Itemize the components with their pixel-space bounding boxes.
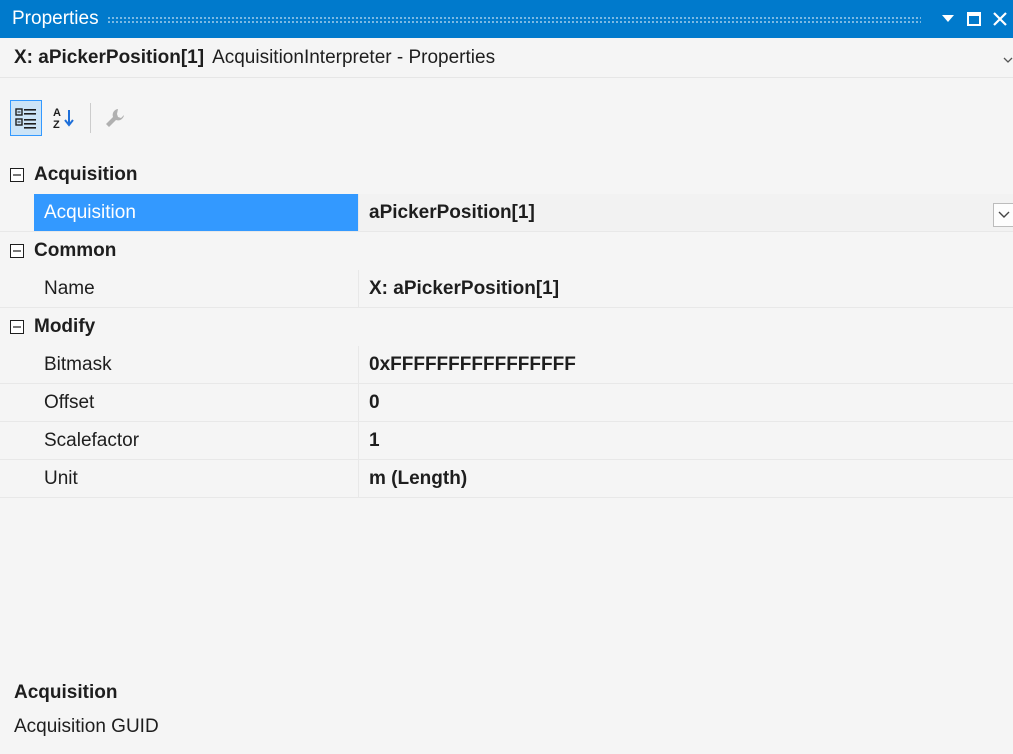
category-common[interactable]: Common xyxy=(0,232,1013,270)
properties-toolbar: A Z xyxy=(0,78,1013,160)
property-row-unit[interactable]: Unit m (Length) xyxy=(0,460,1013,498)
description-text: Acquisition GUID xyxy=(14,716,159,737)
selected-object-type: AcquisitionInterpreter - Properties xyxy=(212,46,496,68)
categorized-icon xyxy=(15,108,36,129)
property-row-bitmask[interactable]: Bitmask 0xFFFFFFFFFFFFFFFF xyxy=(0,346,1013,384)
panel-titlebar[interactable]: Properties xyxy=(0,0,1013,38)
value-dropdown-button[interactable] xyxy=(993,203,1013,227)
object-selector[interactable]: X: aPickerPosition[1] AcquisitionInterpr… xyxy=(0,38,1013,78)
property-row-name[interactable]: Name X: aPickerPosition[1] xyxy=(0,270,1013,308)
titlebar-grip[interactable] xyxy=(106,15,921,23)
property-value-text[interactable]: aPickerPosition[1] xyxy=(369,202,535,224)
property-name[interactable]: Acquisition xyxy=(34,194,359,231)
property-row-acquisition[interactable]: Acquisition aPickerPosition[1] xyxy=(0,194,1013,232)
category-modify[interactable]: Modify xyxy=(0,308,1013,346)
description-pane: Acquisition Acquisition GUID xyxy=(0,672,1013,754)
property-name[interactable]: Unit xyxy=(34,460,359,497)
category-label: Acquisition xyxy=(34,164,138,185)
category-acquisition[interactable]: Acquisition xyxy=(0,156,1013,194)
property-name[interactable]: Bitmask xyxy=(34,346,359,383)
property-name[interactable]: Offset xyxy=(34,384,359,421)
category-label: Common xyxy=(34,240,117,261)
property-pages-button[interactable] xyxy=(99,100,131,136)
property-name[interactable]: Name xyxy=(34,270,359,307)
property-value[interactable]: 0xFFFFFFFFFFFFFFFF xyxy=(359,346,1013,383)
wrench-icon xyxy=(106,109,124,127)
property-value[interactable]: m (Length) xyxy=(359,460,1013,497)
close-icon[interactable] xyxy=(987,0,1013,38)
panel-title: Properties xyxy=(12,8,99,29)
window-position-dropdown-icon[interactable] xyxy=(935,0,961,38)
chevron-down-icon[interactable] xyxy=(1003,52,1013,66)
property-name[interactable]: Scalefactor xyxy=(34,422,359,459)
property-value[interactable]: 0 xyxy=(359,384,1013,421)
svg-text:Z: Z xyxy=(53,119,60,131)
property-grid: Acquisition Acquisition aPickerPosition[… xyxy=(0,156,1013,498)
alphabetical-sort-icon: A Z xyxy=(53,107,74,131)
selected-object-name: X: aPickerPosition[1] xyxy=(14,46,205,68)
toolbar-separator xyxy=(90,103,91,133)
categorized-button[interactable] xyxy=(10,100,42,136)
category-label: Modify xyxy=(34,316,96,337)
maximize-icon[interactable] xyxy=(961,0,987,38)
alphabetical-button[interactable]: A Z xyxy=(48,100,80,136)
property-row-scalefactor[interactable]: Scalefactor 1 xyxy=(0,422,1013,460)
description-title: Acquisition xyxy=(14,682,118,703)
property-value[interactable]: 1 xyxy=(359,422,1013,459)
svg-text:A: A xyxy=(53,107,61,119)
property-value[interactable]: X: aPickerPosition[1] xyxy=(359,270,1013,307)
property-value[interactable]: aPickerPosition[1] xyxy=(359,194,1013,231)
collapse-icon[interactable] xyxy=(0,232,34,270)
collapse-icon[interactable] xyxy=(0,308,34,346)
property-row-offset[interactable]: Offset 0 xyxy=(0,384,1013,422)
chevron-down-icon xyxy=(998,211,1010,218)
collapse-icon[interactable] xyxy=(0,156,34,194)
